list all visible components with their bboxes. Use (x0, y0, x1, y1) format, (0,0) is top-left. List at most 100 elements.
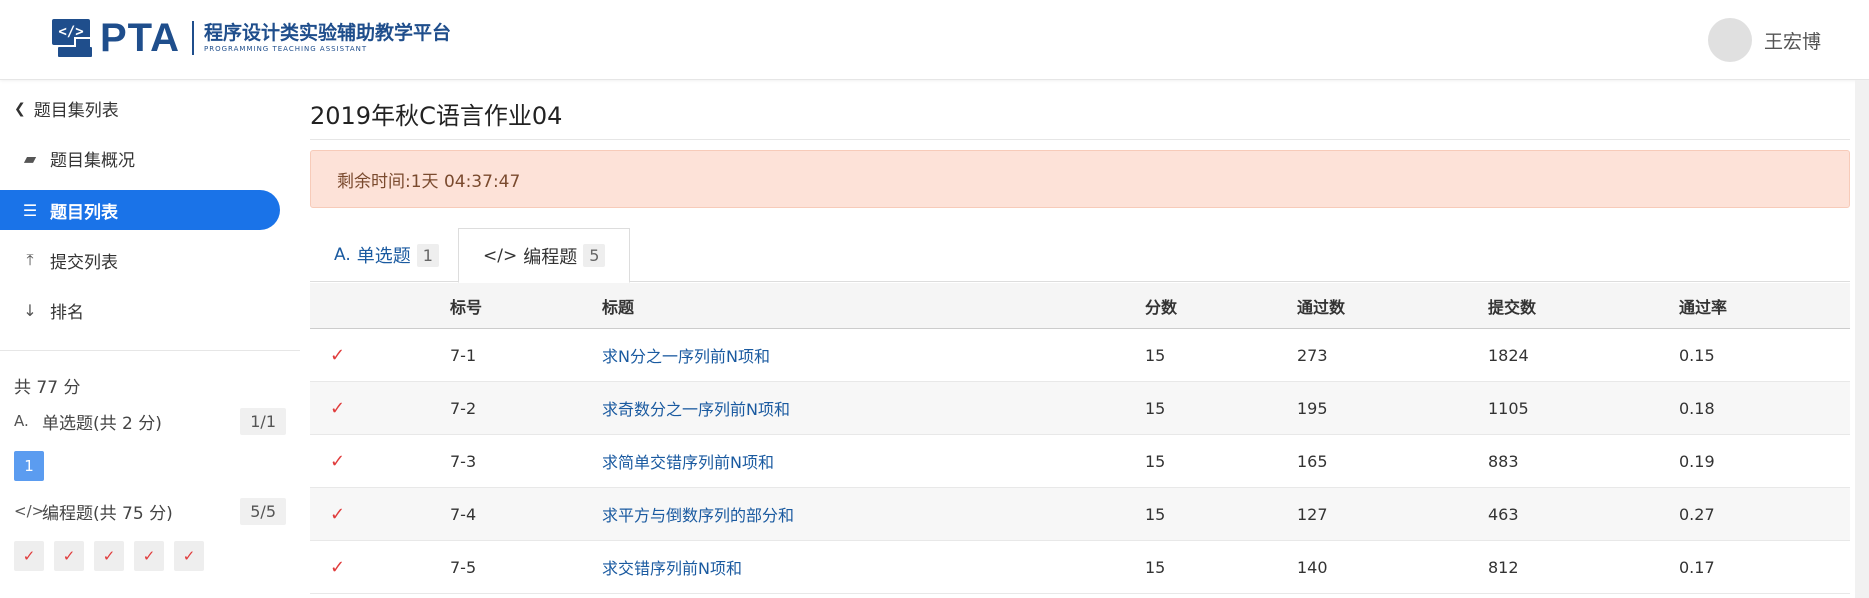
problem-submit-count: 812 (1488, 557, 1519, 577)
page-title: 2019年秋C语言作业04 (310, 102, 563, 130)
sidebar-item-overview[interactable]: ▰ 题目集概况 (0, 138, 280, 178)
problem-title-link[interactable]: 求平方与倒数序列的部分和 (602, 488, 794, 540)
problem-pass-count: 165 (1297, 451, 1328, 471)
problem-score: 15 (1145, 398, 1166, 418)
code-icon: </> (14, 502, 45, 520)
table-row[interactable]: ✓ 7-4 求平方与倒数序列的部分和 15 127 463 0.27 (310, 488, 1850, 541)
section-label: 编程题(共 75 分) (42, 503, 173, 524)
section-progress: 5/5 (240, 497, 286, 525)
back-to-problem-sets-link[interactable]: ❮ 题目集列表 (14, 96, 119, 122)
problem-title-link[interactable]: 求N分之一序列前N项和 (602, 329, 770, 381)
section-single-choice: A. 单选题(共 2 分) 1/1 (14, 405, 286, 437)
problem-number: 7-3 (450, 451, 477, 471)
table-row[interactable]: ✓ 7-1 求N分之一序列前N项和 15 273 1824 0.15 (310, 329, 1850, 382)
logo-subtitle: 程序设计类实验辅助教学平台 PROGRAMMING TEACHING ASSIS… (204, 22, 451, 54)
user-menu[interactable]: 王宏博 (1707, 18, 1821, 62)
sidebar-item-label: 排名 (50, 302, 84, 323)
check-icon: ✓ (330, 397, 346, 419)
logo-subtitle-cn: 程序设计类实验辅助教学平台 (204, 22, 452, 44)
col-header-title: 标题 (602, 297, 635, 317)
problem-pass-rate: 0.15 (1679, 345, 1715, 365)
code-icon: </> (483, 245, 518, 266)
col-header-score: 分数 (1145, 297, 1178, 317)
problem-number: 7-1 (450, 345, 477, 365)
book-icon: ▰ (23, 148, 37, 168)
problem-table: 标号 标题 分数 通过数 提交数 通过率 ✓ 7-1 求N分之一序列前N项和 1… (310, 283, 1850, 594)
problem-number: 7-5 (450, 557, 477, 577)
problem-pass-rate: 0.18 (1679, 398, 1715, 418)
table-header: 标号 标题 分数 通过数 提交数 通过率 (310, 283, 1850, 329)
tab-count-badge: 5 (583, 244, 606, 267)
question-box-check-icon[interactable]: ✓ (94, 541, 124, 571)
problem-pass-count: 195 (1297, 398, 1328, 418)
table-row[interactable]: ✓ 7-5 求交错序列前N项和 15 140 812 0.17 (310, 541, 1850, 594)
problem-pass-count: 127 (1297, 504, 1328, 524)
sidebar-item-ranking[interactable]: ↓ 排名 (0, 290, 280, 330)
logo-subtitle-en: PROGRAMMING TEACHING ASSISTANT (204, 45, 368, 53)
question-box-check-icon[interactable]: ✓ (54, 541, 84, 571)
question-box-check-icon[interactable]: ✓ (14, 541, 44, 571)
col-header-num: 标号 (450, 297, 483, 317)
problem-pass-count: 140 (1297, 557, 1328, 577)
single-choice-icon: A. (334, 245, 351, 265)
pta-logo[interactable]: </> PTA 程序设计类实验辅助教学平台 PROGRAMMING TEACHI… (52, 18, 451, 58)
problem-score: 15 (1145, 557, 1166, 577)
tab-single-choice[interactable]: A. 单选题 1 (310, 228, 463, 282)
problem-title-link[interactable]: 求简单交错序列前N项和 (602, 435, 774, 487)
sidebar-divider (0, 350, 300, 351)
tab-count-badge: 1 (416, 243, 439, 267)
top-header: </> PTA 程序设计类实验辅助教学平台 PROGRAMMING TEACHI… (0, 0, 1869, 80)
problem-pass-rate: 0.19 (1679, 451, 1715, 471)
problem-submit-count: 463 (1488, 504, 1519, 524)
problem-pass-rate: 0.27 (1679, 504, 1715, 524)
tab-label: 单选题 (356, 246, 411, 267)
problem-score: 15 (1145, 345, 1166, 365)
username[interactable]: 王宏博 (1764, 27, 1821, 54)
check-icon: ✓ (330, 556, 346, 578)
problem-number: 7-4 (450, 504, 477, 524)
question-box-check-icon[interactable]: ✓ (174, 541, 204, 571)
col-header-submit: 提交数 (1488, 297, 1537, 317)
tab-label: 编程题 (523, 246, 578, 268)
list-icon: ☰ (22, 200, 38, 220)
single-choice-icon: A. (14, 412, 29, 430)
section-label: 单选题(共 2 分) (42, 413, 162, 434)
col-header-pass: 通过数 (1297, 297, 1346, 317)
problem-submit-count: 1105 (1488, 398, 1529, 418)
sort-numeric-icon: ↓ (23, 300, 37, 320)
problem-submit-count: 1824 (1488, 345, 1529, 365)
logo-divider (192, 21, 195, 55)
check-icon: ✓ (330, 503, 346, 525)
problem-score: 15 (1145, 504, 1166, 524)
code-monitor-icon: </> (52, 19, 92, 57)
avatar[interactable] (1707, 18, 1752, 62)
table-row[interactable]: ✓ 7-3 求简单交错序列前N项和 15 165 883 0.19 (310, 435, 1850, 488)
col-header-rate: 通过率 (1679, 297, 1728, 317)
problem-type-tabs: A. 单选题 1 </> 编程题 5 (310, 228, 1850, 283)
sidebar-item-submissions[interactable]: ⤒ 提交列表 (0, 240, 280, 280)
problem-title-link[interactable]: 求交错序列前N项和 (602, 541, 742, 593)
section-programming: </> 编程题(共 75 分) 5/5 (14, 495, 286, 527)
problem-title-link[interactable]: 求奇数分之一序列前N项和 (602, 382, 790, 434)
sidebar-item-label: 提交列表 (50, 252, 118, 273)
problem-submit-count: 883 (1488, 451, 1519, 471)
chevron-left-icon: ❮ (14, 100, 26, 117)
sidebar-item-label: 题目集概况 (50, 150, 135, 171)
check-icon: ✓ (330, 450, 346, 472)
problem-number: 7-2 (450, 398, 477, 418)
total-score: 共 77 分 (14, 378, 81, 398)
logo-text: PTA (100, 16, 181, 60)
remaining-time-text: 剩余时间:1天 04:37:47 (337, 171, 521, 192)
table-row[interactable]: ✓ 7-2 求奇数分之一序列前N项和 15 195 1105 0.18 (310, 382, 1850, 435)
question-box[interactable]: 1 (14, 451, 44, 481)
problem-pass-rate: 0.17 (1679, 557, 1715, 577)
sidebar-item-problem-list[interactable]: ☰ 题目列表 (0, 190, 280, 230)
page-scrollbar[interactable] (1855, 80, 1869, 598)
tab-programming[interactable]: </> 编程题 5 (458, 228, 631, 283)
question-box-check-icon[interactable]: ✓ (134, 541, 164, 571)
sidebar-item-label: 题目列表 (50, 202, 118, 223)
remaining-time-alert: 剩余时间:1天 04:37:47 (310, 150, 1850, 208)
problem-pass-count: 273 (1297, 345, 1328, 365)
upload-icon: ⤒ (26, 250, 34, 269)
check-icon: ✓ (330, 344, 346, 366)
